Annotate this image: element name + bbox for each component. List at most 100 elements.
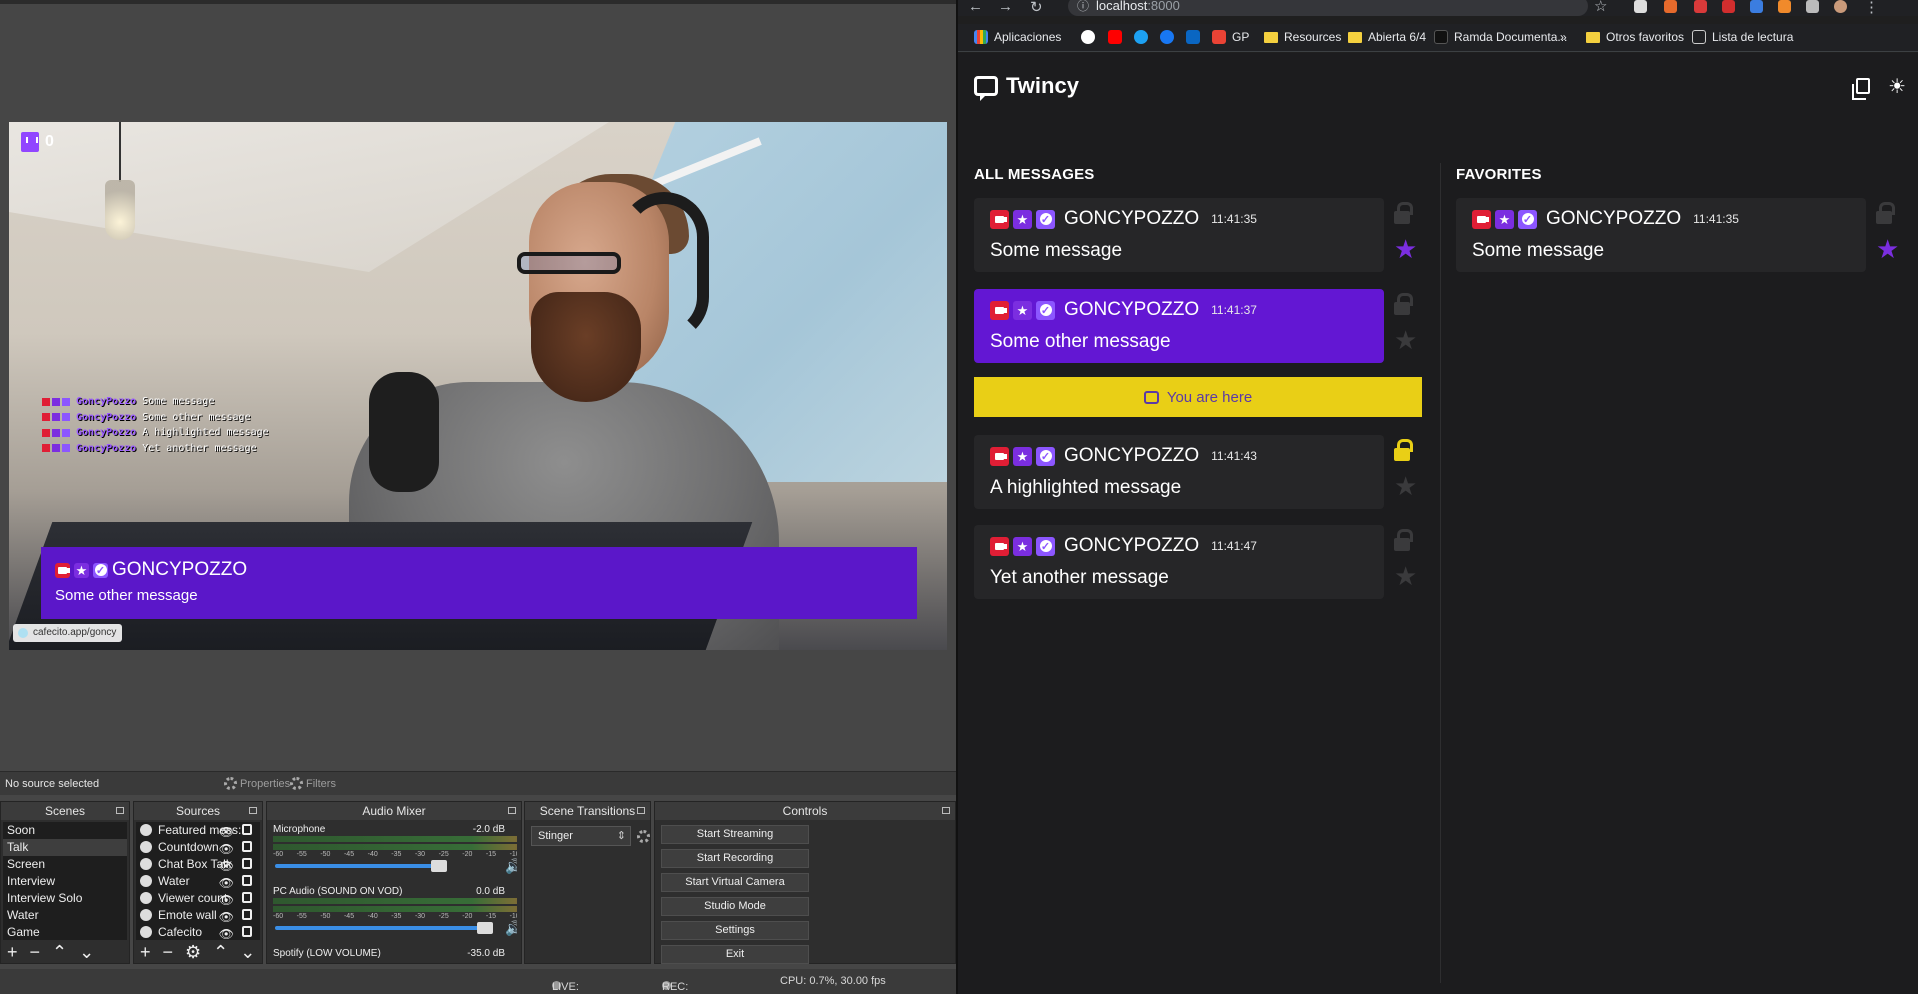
lock-icon[interactable] (1394, 202, 1413, 224)
star-icon[interactable]: ★ (1394, 473, 1417, 499)
visibility-eye-icon[interactable]: 👁 (219, 841, 234, 856)
sources-list[interactable]: Featured mess: 👁 Countdown 👁 Chat Box Talk 👁 W… (136, 822, 260, 940)
lock-icon[interactable] (1394, 293, 1413, 315)
message-card[interactable]: GONCYPOZZO 11:41:35 Some message (1456, 198, 1866, 272)
lock-icon[interactable] (242, 858, 252, 869)
lock-icon[interactable] (1394, 439, 1413, 461)
visibility-eye-icon[interactable]: 👁 (219, 892, 234, 907)
undock-icon[interactable] (116, 807, 124, 814)
remove-icon[interactable]: − (30, 943, 41, 961)
undock-icon[interactable] (637, 807, 645, 814)
puzzle-extensions-icon[interactable] (1806, 0, 1819, 13)
start-recording-button[interactable]: Start Recording (661, 849, 809, 868)
settings-icon[interactable]: ⚙ (185, 943, 201, 961)
scene-item[interactable]: Interview Solo (3, 890, 127, 907)
move-down-icon[interactable]: ⌄ (79, 943, 94, 961)
filters-button[interactable]: Filters (290, 777, 336, 790)
pdf-extension-icon[interactable] (1694, 0, 1707, 13)
you-are-here-marker[interactable]: You are here (974, 377, 1422, 417)
message-card[interactable]: GONCYPOZZO 11:41:47 Yet another message (974, 525, 1384, 599)
bookmark-apps[interactable]: Aplicaciones (974, 30, 1061, 44)
bookmark-otros[interactable]: Otros favoritos (1586, 30, 1684, 44)
menu-icon[interactable]: ⋮ (1864, 0, 1879, 16)
speaker-icon[interactable]: 🔊 (505, 920, 517, 937)
scene-item[interactable]: Game (3, 924, 127, 940)
scene-item[interactable]: Talk (3, 839, 127, 856)
adblock-extension-icon[interactable] (1722, 0, 1735, 13)
undock-icon[interactable] (249, 807, 257, 814)
lock-icon[interactable] (242, 926, 252, 937)
volume-knob[interactable] (477, 922, 493, 934)
undock-icon[interactable] (942, 807, 950, 814)
move-up-icon[interactable]: ⌃ (213, 943, 228, 961)
bookmark-resources[interactable]: Resources (1264, 30, 1341, 44)
visibility-eye-icon[interactable]: 👁 (219, 926, 234, 940)
volume-slider[interactable] (275, 922, 493, 934)
undock-icon[interactable] (508, 807, 516, 814)
star-icon[interactable]: ★ (1876, 236, 1899, 262)
profile-avatar[interactable] (1834, 0, 1847, 13)
lock-icon[interactable] (242, 841, 252, 852)
source-item[interactable]: Viewer count 👁 (136, 890, 260, 907)
bookmark-star-icon[interactable]: ☆ (1594, 0, 1607, 15)
settings-button[interactable]: Settings (661, 921, 809, 940)
remove-icon[interactable]: − (163, 943, 174, 961)
star-icon[interactable]: ★ (1394, 563, 1417, 589)
scene-item[interactable]: Screen (3, 856, 127, 873)
properties-button[interactable]: Properties (224, 777, 290, 790)
volume-knob[interactable] (431, 860, 448, 872)
scene-item[interactable]: Water (3, 907, 127, 924)
pen-extension-icon[interactable] (1634, 0, 1647, 13)
move-down-icon[interactable]: ⌄ (240, 943, 255, 961)
translate-extension-icon[interactable] (1750, 0, 1763, 13)
reload-icon[interactable]: ↻ (1030, 0, 1043, 16)
visibility-eye-icon[interactable]: 👁 (219, 858, 234, 873)
start-streaming-button[interactable]: Start Streaming (661, 825, 809, 844)
exit-button[interactable]: Exit (661, 945, 809, 964)
message-card[interactable]: GONCYPOZZO 11:41:43 A highlighted message (974, 435, 1384, 509)
bookmark-abierta[interactable]: Abierta 6/4 (1348, 30, 1426, 44)
lock-icon[interactable] (1876, 202, 1895, 224)
transition-select[interactable]: Stinger (531, 826, 631, 846)
star-icon[interactable]: ★ (1394, 327, 1417, 353)
forward-icon[interactable]: → (998, 0, 1013, 15)
bookmark-youtube[interactable] (1108, 30, 1122, 44)
bookmark-facebook[interactable] (1160, 30, 1174, 44)
lock-icon[interactable] (242, 824, 252, 835)
lock-icon[interactable] (242, 875, 252, 886)
scene-item[interactable]: Soon (3, 822, 127, 839)
theme-toggle-icon[interactable]: ☀ (1888, 77, 1906, 97)
back-icon[interactable]: ← (968, 0, 983, 15)
source-item[interactable]: Chat Box Talk 👁 (136, 856, 260, 873)
start-virtual-camera-button[interactable]: Start Virtual Camera (661, 873, 809, 892)
source-item[interactable]: Water 👁 (136, 873, 260, 890)
firefox-extension-icon[interactable] (1664, 0, 1677, 13)
source-item[interactable]: Countdown 👁 (136, 839, 260, 856)
visibility-eye-icon[interactable]: 👁 (219, 875, 234, 890)
copy-icon[interactable] (1852, 78, 1871, 100)
scenes-list[interactable]: Soon Talk Screen Interview Interview Solo Wat… (3, 822, 127, 940)
source-item[interactable]: Featured mess: 👁 (136, 822, 260, 839)
address-bar[interactable]: localhost:8000 (1068, 0, 1588, 16)
move-up-icon[interactable]: ⌃ (52, 943, 67, 961)
speaker-icon[interactable]: 🔊 (505, 858, 517, 875)
visibility-eye-icon[interactable]: 👁 (219, 824, 234, 839)
obs-preview[interactable]: 0 GoncyPozzo Some message GoncyPozzo Some o… (9, 122, 947, 650)
bookmark-twitter[interactable] (1134, 30, 1148, 44)
source-item[interactable]: Emote wall 👁 (136, 907, 260, 924)
studio-mode-button[interactable]: Studio Mode (661, 897, 809, 916)
scene-item[interactable]: Interview (3, 873, 127, 890)
message-card[interactable]: GONCYPOZZO 11:41:35 Some message (974, 198, 1384, 272)
lock-icon[interactable] (1394, 529, 1413, 551)
visibility-eye-icon[interactable]: 👁 (219, 909, 234, 924)
lock-icon[interactable] (242, 909, 252, 920)
bookmark-ramda[interactable]: Ramda Documenta... (1434, 30, 1567, 44)
add-icon[interactable]: + (7, 943, 18, 961)
volume-slider[interactable] (275, 860, 448, 872)
reading-list[interactable]: Lista de lectura (1692, 30, 1793, 44)
bookmark-github[interactable] (1081, 30, 1095, 44)
bookmarks-overflow[interactable]: » (1560, 30, 1567, 44)
arrow-extension-icon[interactable] (1778, 0, 1791, 13)
bookmark-linkedin[interactable] (1186, 30, 1200, 44)
gear-icon[interactable] (637, 829, 650, 843)
